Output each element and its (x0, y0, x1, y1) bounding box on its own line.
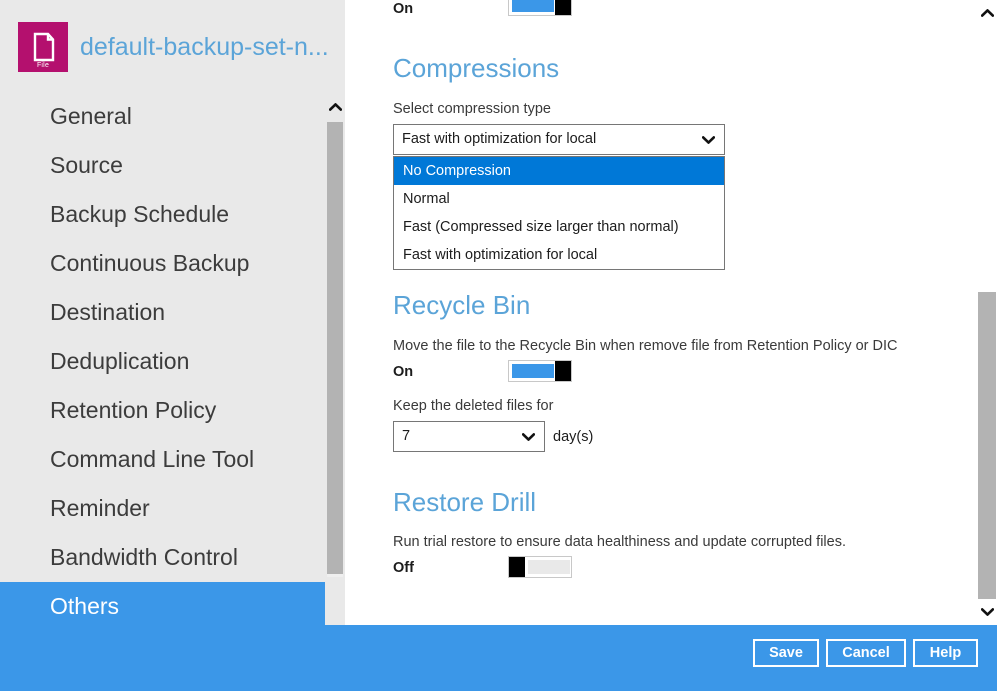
dropdown-option-normal[interactable]: Normal (394, 185, 724, 213)
sidebar-item-continuous-backup[interactable]: Continuous Backup (0, 239, 325, 288)
cancel-button[interactable]: Cancel (826, 639, 906, 667)
toggle-knob (555, 0, 571, 15)
content-scrollbar[interactable] (960, 0, 997, 625)
top-toggle-state-label: On (393, 1, 414, 17)
save-button[interactable]: Save (753, 639, 819, 667)
dialog-footer: Save Cancel Help (0, 625, 997, 691)
toggle-track (512, 0, 554, 12)
sidebar-nav-list: General Source Backup Schedule Continuou… (0, 92, 325, 625)
sidebar-item-backup-schedule[interactable]: Backup Schedule (0, 190, 325, 239)
chevron-up-icon (980, 9, 994, 17)
settings-dialog: File default-backup-set-n... General Sou… (0, 0, 997, 691)
dropdown-option-fast[interactable]: Fast (Compressed size larger than normal… (394, 213, 724, 241)
compression-type-select[interactable]: Fast with optimization for local (393, 124, 725, 155)
recycle-bin-section-title: Recycle Bin (393, 290, 531, 320)
sidebar-item-retention-policy[interactable]: Retention Policy (0, 386, 325, 435)
sidebar-item-reminder[interactable]: Reminder (0, 484, 325, 533)
sidebar-item-others[interactable]: Others (0, 582, 325, 625)
settings-content-panel: On Compressions Select compression type … (345, 0, 997, 625)
restore-drill-state-label: Off (393, 560, 414, 576)
page-title: default-backup-set-n... (80, 33, 329, 61)
restore-drill-section-title: Restore Drill (393, 487, 537, 517)
file-icon-caption: File (36, 62, 50, 69)
sidebar-filler (325, 594, 345, 625)
top-toggle-switch[interactable] (508, 0, 572, 16)
toggle-track (512, 364, 554, 378)
keep-days-value: 7 (402, 428, 411, 444)
sidebar-item-source[interactable]: Source (0, 141, 325, 190)
recycle-bin-state-label: On (393, 364, 414, 380)
help-button[interactable]: Help (913, 639, 978, 667)
file-document-icon: File (18, 22, 68, 72)
sidebar-scroll-up-button[interactable] (325, 92, 345, 122)
sidebar-item-general[interactable]: General (0, 92, 325, 141)
restore-drill-toggle-switch[interactable] (508, 556, 572, 578)
compression-type-dropdown-list[interactable]: No Compression Normal Fast (Compressed s… (393, 156, 725, 270)
content-scroll-up-button[interactable] (977, 0, 997, 26)
profile-header: File default-backup-set-n... (0, 0, 345, 92)
chevron-down-icon (702, 135, 715, 144)
toggle-knob (555, 361, 571, 381)
restore-drill-description: Run trial restore to ensure data healthi… (393, 534, 846, 550)
keep-days-unit-label: day(s) (553, 429, 594, 445)
compression-type-label: Select compression type (393, 101, 551, 117)
sidebar: File default-backup-set-n... General Sou… (0, 0, 345, 625)
chevron-up-icon (328, 103, 342, 111)
sidebar-scrollbar[interactable] (325, 92, 345, 625)
toggle-knob (509, 557, 525, 577)
dropdown-option-fast-optimized-local[interactable]: Fast with optimization for local (394, 241, 724, 269)
toggle-track (528, 560, 570, 574)
compressions-section-title: Compressions (393, 53, 560, 83)
content-scroll-thumb[interactable] (978, 292, 996, 599)
sidebar-item-command-line-tool[interactable]: Command Line Tool (0, 435, 325, 484)
chevron-down-icon (522, 432, 535, 441)
settings-scroll-content: On Compressions Select compression type … (345, 0, 965, 625)
sidebar-scroll-thumb[interactable] (327, 122, 343, 574)
sidebar-item-deduplication[interactable]: Deduplication (0, 337, 325, 386)
keep-days-select[interactable]: 7 (393, 421, 545, 452)
content-scroll-down-button[interactable] (977, 599, 997, 625)
dropdown-option-no-compression[interactable]: No Compression (394, 157, 724, 185)
recycle-bin-toggle-switch[interactable] (508, 360, 572, 382)
chevron-down-icon (980, 608, 994, 616)
compression-type-selected-value: Fast with optimization for local (402, 131, 597, 147)
sidebar-item-bandwidth-control[interactable]: Bandwidth Control (0, 533, 325, 582)
sidebar-item-destination[interactable]: Destination (0, 288, 325, 337)
keep-deleted-files-label: Keep the deleted files for (393, 398, 554, 414)
recycle-bin-description: Move the file to the Recycle Bin when re… (393, 338, 898, 354)
